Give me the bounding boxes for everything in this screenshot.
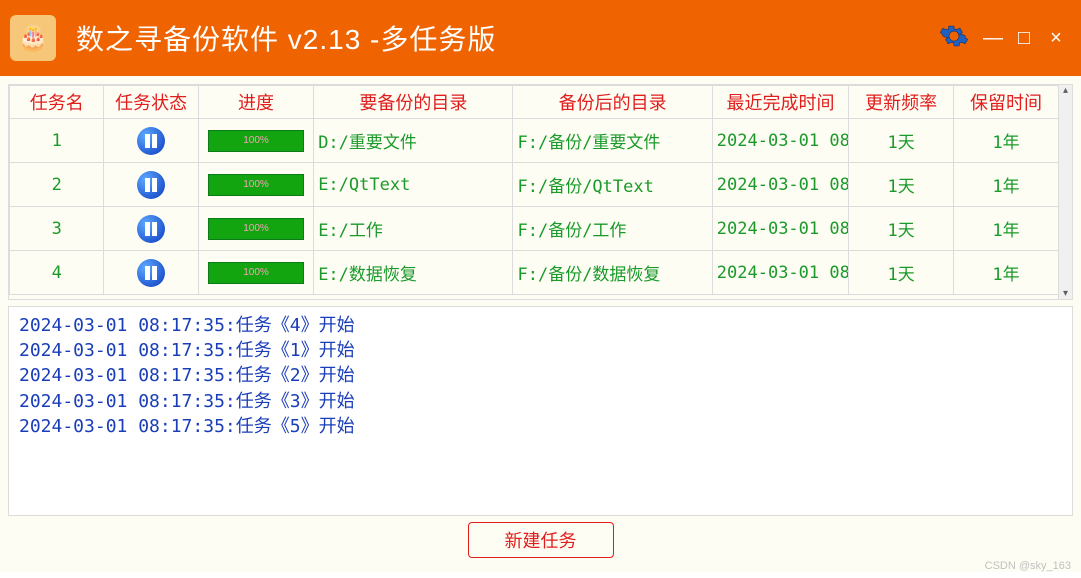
window-controls: — □ × bbox=[939, 21, 1065, 56]
col-header-time[interactable]: 最近完成时间 bbox=[712, 86, 848, 119]
col-header-freq[interactable]: 更新频率 bbox=[849, 86, 954, 119]
cell-keep: 1年 bbox=[954, 163, 1059, 207]
log-line: 2024-03-01 08:17:35:任务《2》开始 bbox=[19, 363, 1062, 388]
cell-status bbox=[104, 251, 198, 295]
cell-freq: 1天 bbox=[849, 119, 954, 163]
col-header-progress[interactable]: 进度 bbox=[198, 86, 313, 119]
cell-src: E:/QtText bbox=[314, 163, 513, 207]
cell-task-name: 1 bbox=[10, 119, 104, 163]
titlebar: 数之寻备份软件 v2.13 -多任务版 — □ × bbox=[0, 0, 1081, 76]
cell-task-name: 2 bbox=[10, 163, 104, 207]
watermark: CSDN @sky_163 bbox=[985, 560, 1071, 572]
cell-src: D:/重要文件 bbox=[314, 119, 513, 163]
log-line: 2024-03-01 08:17:35:任务《1》开始 bbox=[19, 338, 1062, 363]
log-panel[interactable]: 2024-03-01 08:17:35:任务《4》开始2024-03-01 08… bbox=[8, 306, 1073, 516]
col-header-status[interactable]: 任务状态 bbox=[104, 86, 198, 119]
pause-icon[interactable] bbox=[137, 215, 165, 243]
pause-icon[interactable] bbox=[137, 171, 165, 199]
progress-bar: 100% bbox=[208, 262, 304, 284]
log-line: 2024-03-01 08:17:35:任务《5》开始 bbox=[19, 414, 1062, 439]
progress-text: 100% bbox=[209, 175, 303, 195]
col-header-src[interactable]: 要备份的目录 bbox=[314, 86, 513, 119]
log-line: 2024-03-01 08:17:35:任务《4》开始 bbox=[19, 313, 1062, 338]
cell-keep: 1年 bbox=[954, 119, 1059, 163]
col-header-name[interactable]: 任务名 bbox=[10, 86, 104, 119]
cell-progress: 100% bbox=[198, 163, 313, 207]
maximize-icon[interactable]: □ bbox=[1015, 27, 1033, 50]
cell-time: 2024-03-01 08:17:35 bbox=[712, 207, 848, 251]
cell-status bbox=[104, 163, 198, 207]
cell-progress: 100% bbox=[198, 251, 313, 295]
app-icon bbox=[10, 15, 56, 61]
new-task-button[interactable]: 新建任务 bbox=[468, 522, 614, 558]
table-header-row: 任务名 任务状态 进度 要备份的目录 备份后的目录 最近完成时间 更新频率 保留… bbox=[10, 86, 1059, 119]
close-icon[interactable]: × bbox=[1047, 27, 1065, 50]
cell-src: E:/工作 bbox=[314, 207, 513, 251]
cell-progress: 100% bbox=[198, 119, 313, 163]
table-row[interactable]: 3 100% E:/工作F:/备份/工作2024-03-01 08:17:351天1… bbox=[10, 207, 1059, 251]
cell-time: 2024-03-01 08:18:46 bbox=[712, 119, 848, 163]
cell-time: 2024-03-01 08:18:13 bbox=[712, 163, 848, 207]
cell-dst: F:/备份/QtText bbox=[513, 163, 712, 207]
cell-src: E:/数据恢复 bbox=[314, 251, 513, 295]
main-content: 任务名 任务状态 进度 要备份的目录 备份后的目录 最近完成时间 更新频率 保留… bbox=[0, 76, 1081, 572]
col-header-dst[interactable]: 备份后的目录 bbox=[513, 86, 712, 119]
table-row[interactable]: 1 100% D:/重要文件F:/备份/重要文件2024-03-01 08:18:4… bbox=[10, 119, 1059, 163]
task-table-wrap: 任务名 任务状态 进度 要备份的目录 备份后的目录 最近完成时间 更新频率 保留… bbox=[8, 84, 1073, 300]
settings-icon[interactable] bbox=[939, 21, 969, 56]
cell-time: 2024-03-01 08:17:57 bbox=[712, 251, 848, 295]
cell-freq: 1天 bbox=[849, 207, 954, 251]
progress-bar: 100% bbox=[208, 130, 304, 152]
cell-progress: 100% bbox=[198, 207, 313, 251]
minimize-icon[interactable]: — bbox=[983, 27, 1001, 50]
cell-status bbox=[104, 119, 198, 163]
progress-text: 100% bbox=[209, 263, 303, 283]
app-title: 数之寻备份软件 v2.13 -多任务版 bbox=[76, 18, 939, 58]
col-header-keep[interactable]: 保留时间 bbox=[954, 86, 1059, 119]
cell-freq: 1天 bbox=[849, 251, 954, 295]
cell-dst: F:/备份/重要文件 bbox=[513, 119, 712, 163]
cell-task-name: 3 bbox=[10, 207, 104, 251]
progress-bar: 100% bbox=[208, 174, 304, 196]
table-scrollbar[interactable] bbox=[1058, 85, 1072, 299]
cell-keep: 1年 bbox=[954, 251, 1059, 295]
log-line: 2024-03-01 08:17:35:任务《3》开始 bbox=[19, 389, 1062, 414]
cell-task-name: 4 bbox=[10, 251, 104, 295]
footer: 新建任务 bbox=[8, 516, 1073, 564]
table-row[interactable]: 2 100% E:/QtTextF:/备份/QtText2024-03-01 08:… bbox=[10, 163, 1059, 207]
progress-text: 100% bbox=[209, 131, 303, 151]
progress-text: 100% bbox=[209, 219, 303, 239]
task-table: 任务名 任务状态 进度 要备份的目录 备份后的目录 最近完成时间 更新频率 保留… bbox=[9, 85, 1059, 295]
cell-dst: F:/备份/数据恢复 bbox=[513, 251, 712, 295]
table-row[interactable]: 4 100% E:/数据恢复F:/备份/数据恢复2024-03-01 08:17:5… bbox=[10, 251, 1059, 295]
cell-keep: 1年 bbox=[954, 207, 1059, 251]
cell-freq: 1天 bbox=[849, 163, 954, 207]
progress-bar: 100% bbox=[208, 218, 304, 240]
pause-icon[interactable] bbox=[137, 127, 165, 155]
cell-dst: F:/备份/工作 bbox=[513, 207, 712, 251]
pause-icon[interactable] bbox=[137, 259, 165, 287]
cell-status bbox=[104, 207, 198, 251]
